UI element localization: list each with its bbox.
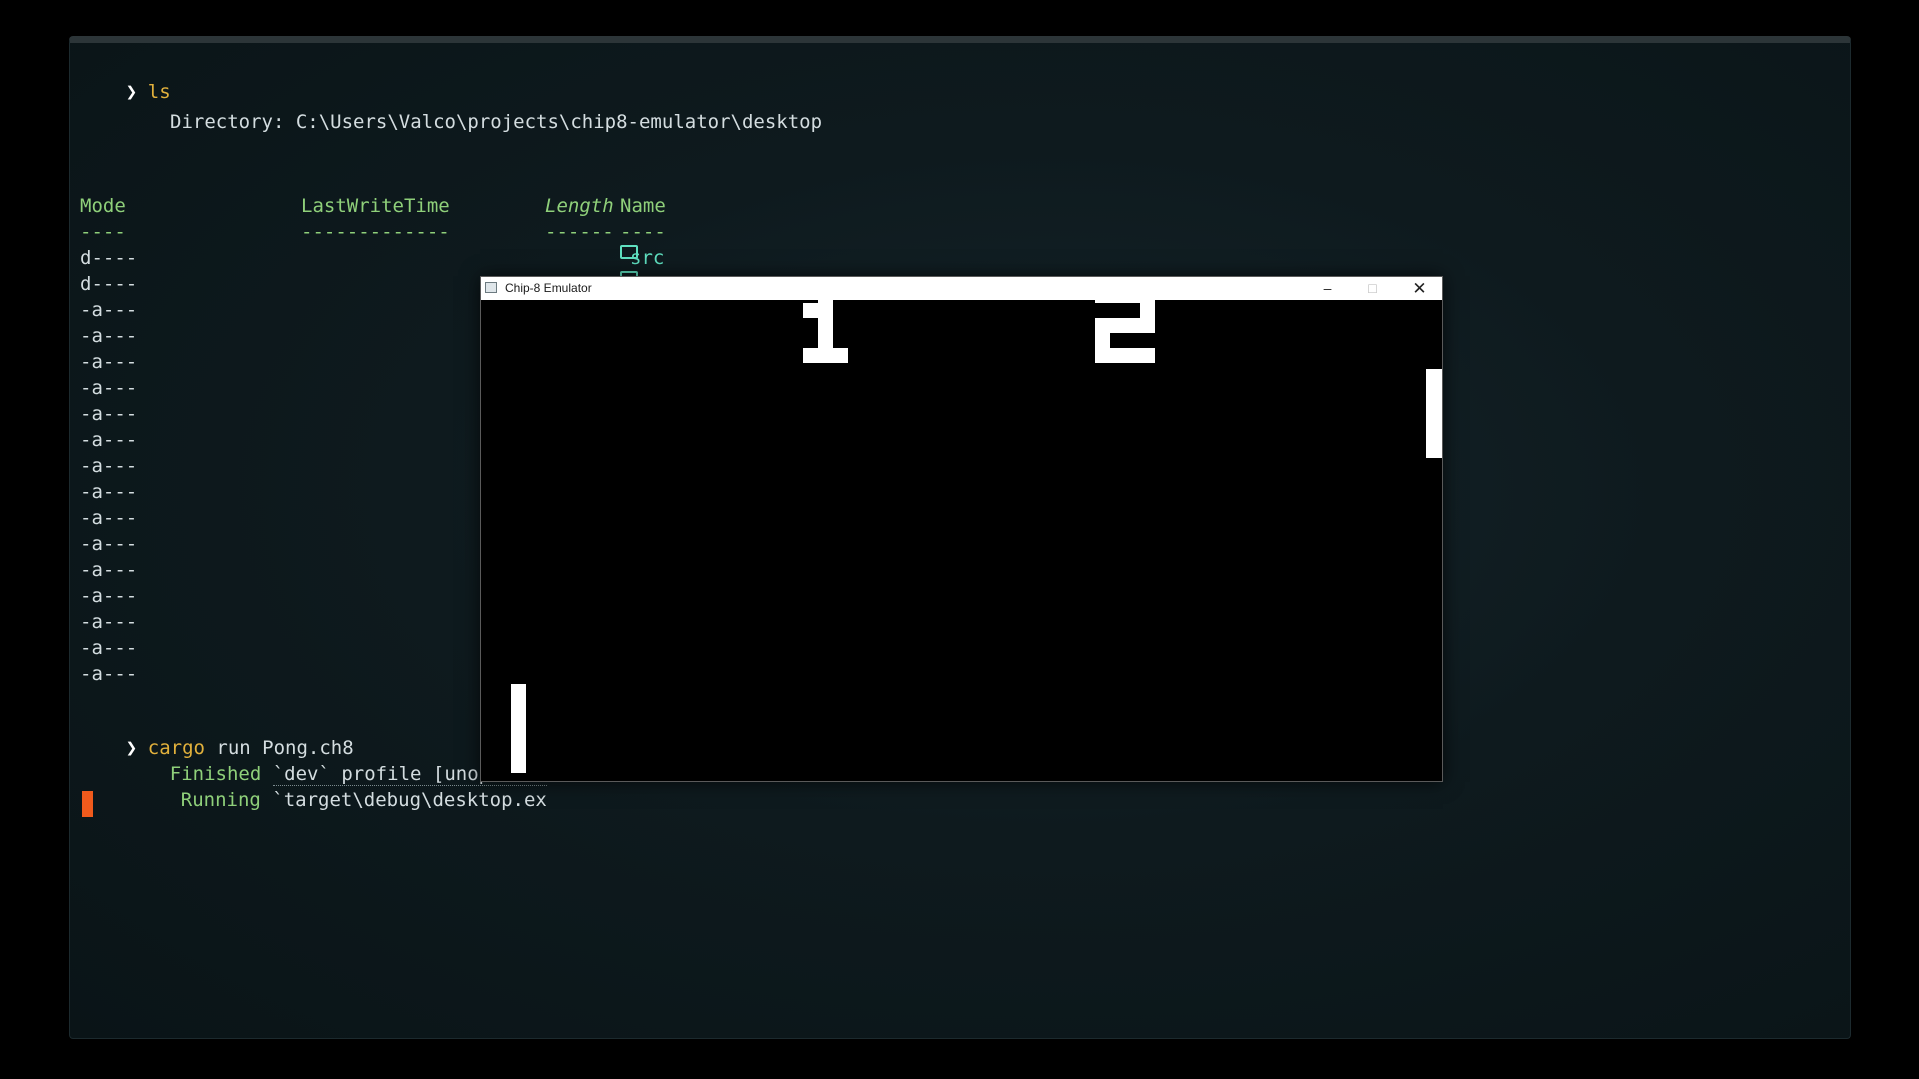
header-lastwritetime: LastWriteTime xyxy=(301,195,450,217)
row-mode: -a--- xyxy=(80,429,138,451)
maximize-button[interactable]: □ xyxy=(1350,277,1395,300)
row-mode: -a--- xyxy=(80,663,138,685)
row-mode: -a--- xyxy=(80,325,138,347)
score-pixel xyxy=(1125,288,1140,303)
score-pixel xyxy=(1140,303,1155,318)
row-mode: -a--- xyxy=(80,533,138,555)
score-pixel xyxy=(1125,318,1140,333)
row-mode: d---- xyxy=(80,273,138,295)
score-pixel xyxy=(818,288,833,303)
score-pixel xyxy=(1095,288,1110,303)
row-mode: -a--- xyxy=(80,351,138,373)
command-ls: ls xyxy=(147,81,171,103)
score-pixel xyxy=(803,303,818,318)
score-pixel xyxy=(1140,348,1155,363)
dash-name: ---- xyxy=(620,221,666,243)
score-pixel xyxy=(1095,333,1110,348)
row-name[interactable]: src xyxy=(620,245,664,271)
prompt-chevron-icon: ❯ xyxy=(125,81,138,103)
score-pixel xyxy=(833,348,848,363)
dash-length: ------ xyxy=(545,221,614,243)
score-pixel xyxy=(1140,288,1155,303)
score-pixel xyxy=(803,348,818,363)
close-button[interactable]: ✕ xyxy=(1397,277,1442,300)
emulator-title: Chip-8 Emulator xyxy=(505,281,592,295)
emulator-titlebar[interactable]: Chip-8 Emulator – □ ✕ xyxy=(481,277,1442,300)
score-pixel xyxy=(1095,318,1110,333)
score-pixel xyxy=(818,303,833,318)
score-pixel xyxy=(818,333,833,348)
left-paddle xyxy=(511,684,526,773)
right-paddle xyxy=(1426,369,1442,458)
prompt-line-2: ❯ cargo run Pong.ch8 xyxy=(80,709,354,759)
row-mode: -a--- xyxy=(80,481,138,503)
dash-lastwritetime: ------------- xyxy=(301,221,450,243)
terminal-cursor xyxy=(82,791,93,817)
chip8-emulator-window[interactable]: Chip-8 Emulator – □ ✕ xyxy=(480,276,1443,782)
score-pixel xyxy=(818,348,833,363)
score-pixel xyxy=(1140,318,1155,333)
row-mode: d---- xyxy=(80,247,138,269)
minimize-button[interactable]: – xyxy=(1305,277,1350,300)
score-pixel xyxy=(818,318,833,333)
score-pixel xyxy=(1110,318,1125,333)
row-mode: -a--- xyxy=(80,559,138,581)
dash-mode: ---- xyxy=(80,221,126,243)
terminal-folder-icon xyxy=(620,245,638,259)
emulator-display[interactable] xyxy=(481,288,1442,781)
running-label: Running xyxy=(180,789,261,811)
score-pixel xyxy=(1125,348,1140,363)
row-mode: -a--- xyxy=(80,507,138,529)
prompt-line-1: ❯ ls xyxy=(80,53,171,103)
header-name: Name xyxy=(620,195,666,217)
score-pixel xyxy=(1110,348,1125,363)
directory-label: Directory: C:\Users\Valco\projects\chip8… xyxy=(170,111,823,133)
row-mode: -a--- xyxy=(80,299,138,321)
row-mode: -a--- xyxy=(80,585,138,607)
row-mode: -a--- xyxy=(80,377,138,399)
score-pixel xyxy=(1095,348,1110,363)
app-icon xyxy=(485,282,497,293)
header-length: Length xyxy=(545,195,614,217)
row-mode: -a--- xyxy=(80,455,138,477)
row-mode: -a--- xyxy=(80,611,138,633)
row-mode: -a--- xyxy=(80,637,138,659)
header-mode: Mode xyxy=(80,195,126,217)
score-pixel xyxy=(1110,288,1125,303)
running-rest: `target\debug\desktop.ex xyxy=(272,789,547,811)
row-mode: -a--- xyxy=(80,403,138,425)
